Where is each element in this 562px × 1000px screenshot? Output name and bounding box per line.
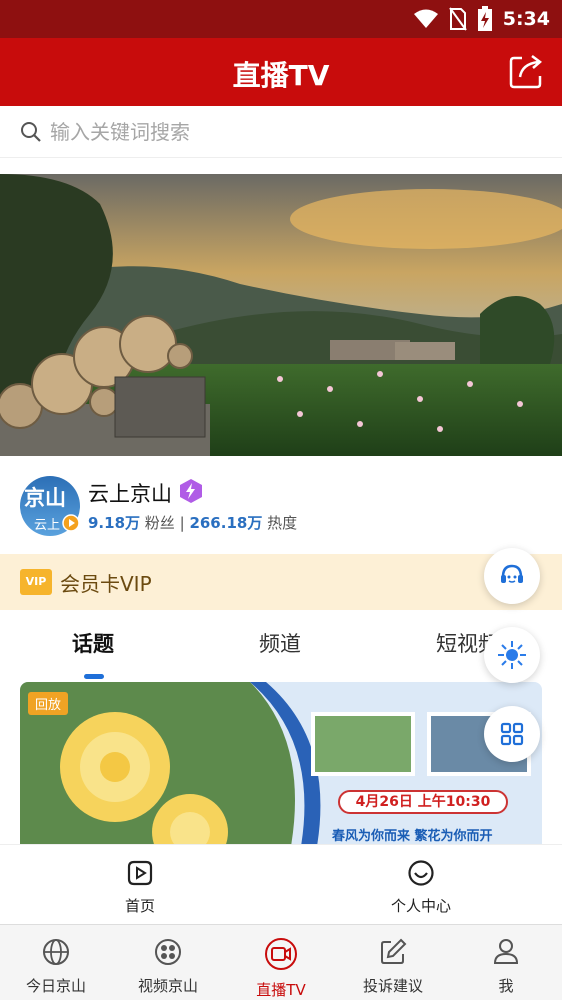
status-icons: 5:34: [413, 6, 550, 32]
channel-info[interactable]: 京山 云上 云上京山 9.18万 粉丝 | 266.18万 热度: [0, 456, 562, 554]
avatar-logo-text: 京山: [24, 486, 66, 510]
vip-icon: VIP: [20, 569, 52, 595]
tab-topics[interactable]: 话题: [72, 628, 114, 658]
clock: 5:34: [502, 8, 550, 30]
share-icon[interactable]: [508, 52, 546, 90]
content-tabs: 话题 频道 短视频: [0, 610, 562, 680]
channel-sub-nav: 首页 个人中心: [0, 844, 562, 924]
globe-icon: [43, 939, 69, 965]
apps-grid-button[interactable]: [484, 706, 540, 762]
sparkle-burst-icon: [498, 641, 526, 669]
replay-badge: 回放: [28, 692, 69, 715]
headset-icon: [501, 564, 523, 583]
nav-live-tv[interactable]: 直播TV: [236, 937, 326, 1000]
smile-icon: [408, 860, 434, 886]
vip-label: 会员卡VIP: [60, 572, 152, 596]
customer-service-button[interactable]: [484, 548, 540, 604]
bottom-nav: 今日京山 视频京山 直播TV 投诉建议 我: [0, 924, 562, 1000]
ai-assistant-button[interactable]: [484, 627, 540, 683]
subnav-home-label: 首页: [124, 897, 155, 915]
nav-video-jingshan-label: 视频京山: [137, 977, 198, 995]
card-thumbnail: [20, 682, 542, 844]
stats-separator: |: [179, 514, 185, 532]
user-icon: [493, 939, 519, 964]
topic-list: 回放 4月26日 上午10:30 春风为你而来 繁花为你而开: [0, 680, 562, 844]
search-bar: [0, 106, 562, 158]
vip-card-bar[interactable]: VIP 会员卡VIP: [0, 554, 562, 610]
subnav-personal-center[interactable]: 个人中心: [380, 859, 462, 916]
tab-channels[interactable]: 频道: [259, 628, 301, 658]
banner-scene: [0, 174, 562, 456]
film-reel-icon: [155, 939, 181, 965]
nav-video-jingshan[interactable]: 视频京山: [123, 937, 213, 996]
nav-complaints-label: 投诉建议: [362, 977, 423, 995]
battery-charging-icon: [477, 6, 492, 31]
fans-label: 粉丝: [144, 514, 175, 532]
edit-icon: [381, 938, 407, 964]
channel-name: 云上京山: [88, 482, 172, 506]
nav-complaints[interactable]: 投诉建议: [348, 937, 438, 996]
verified-play-icon: [62, 514, 80, 532]
wifi-icon: [413, 9, 438, 28]
page-title: 直播TV: [232, 59, 330, 92]
search-input[interactable]: [50, 116, 530, 148]
heat-label: 热度: [267, 514, 298, 532]
avatar-logo-subtext: 云上: [34, 518, 61, 533]
subnav-home[interactable]: 首页: [110, 859, 170, 916]
nav-today-jingshan-label: 今日京山: [25, 977, 86, 995]
fans-count: 9.18万: [88, 514, 141, 532]
play-icon: [127, 860, 153, 886]
search-icon: [21, 122, 41, 142]
live-camera-icon: [265, 938, 297, 970]
active-tab-indicator: [84, 674, 104, 679]
channel-stats: 9.18万 粉丝 | 266.18万 热度: [88, 512, 297, 533]
card-slogan: 春风为你而来 繁花为你而开: [332, 829, 493, 844]
nav-live-tv-label: 直播TV: [256, 981, 306, 999]
heat-count: 266.18万: [189, 514, 263, 532]
title-bar: 直播TV: [0, 38, 562, 106]
nav-today-jingshan[interactable]: 今日京山: [11, 937, 101, 996]
level-badge-icon: [180, 479, 202, 503]
status-bar: 5:34: [0, 0, 562, 38]
subnav-personal-center-label: 个人中心: [390, 897, 451, 915]
topic-card[interactable]: 回放 4月26日 上午10:30 春风为你而来 繁花为你而开: [20, 682, 542, 844]
spacer: [0, 158, 562, 174]
nav-me-label: 我: [498, 977, 514, 995]
nav-me[interactable]: 我: [461, 937, 551, 996]
banner-image[interactable]: [0, 174, 562, 456]
event-date-pill: 4月26日 上午10:30: [338, 790, 508, 814]
grid-icon: [500, 722, 524, 746]
no-sim-icon: [448, 7, 467, 31]
